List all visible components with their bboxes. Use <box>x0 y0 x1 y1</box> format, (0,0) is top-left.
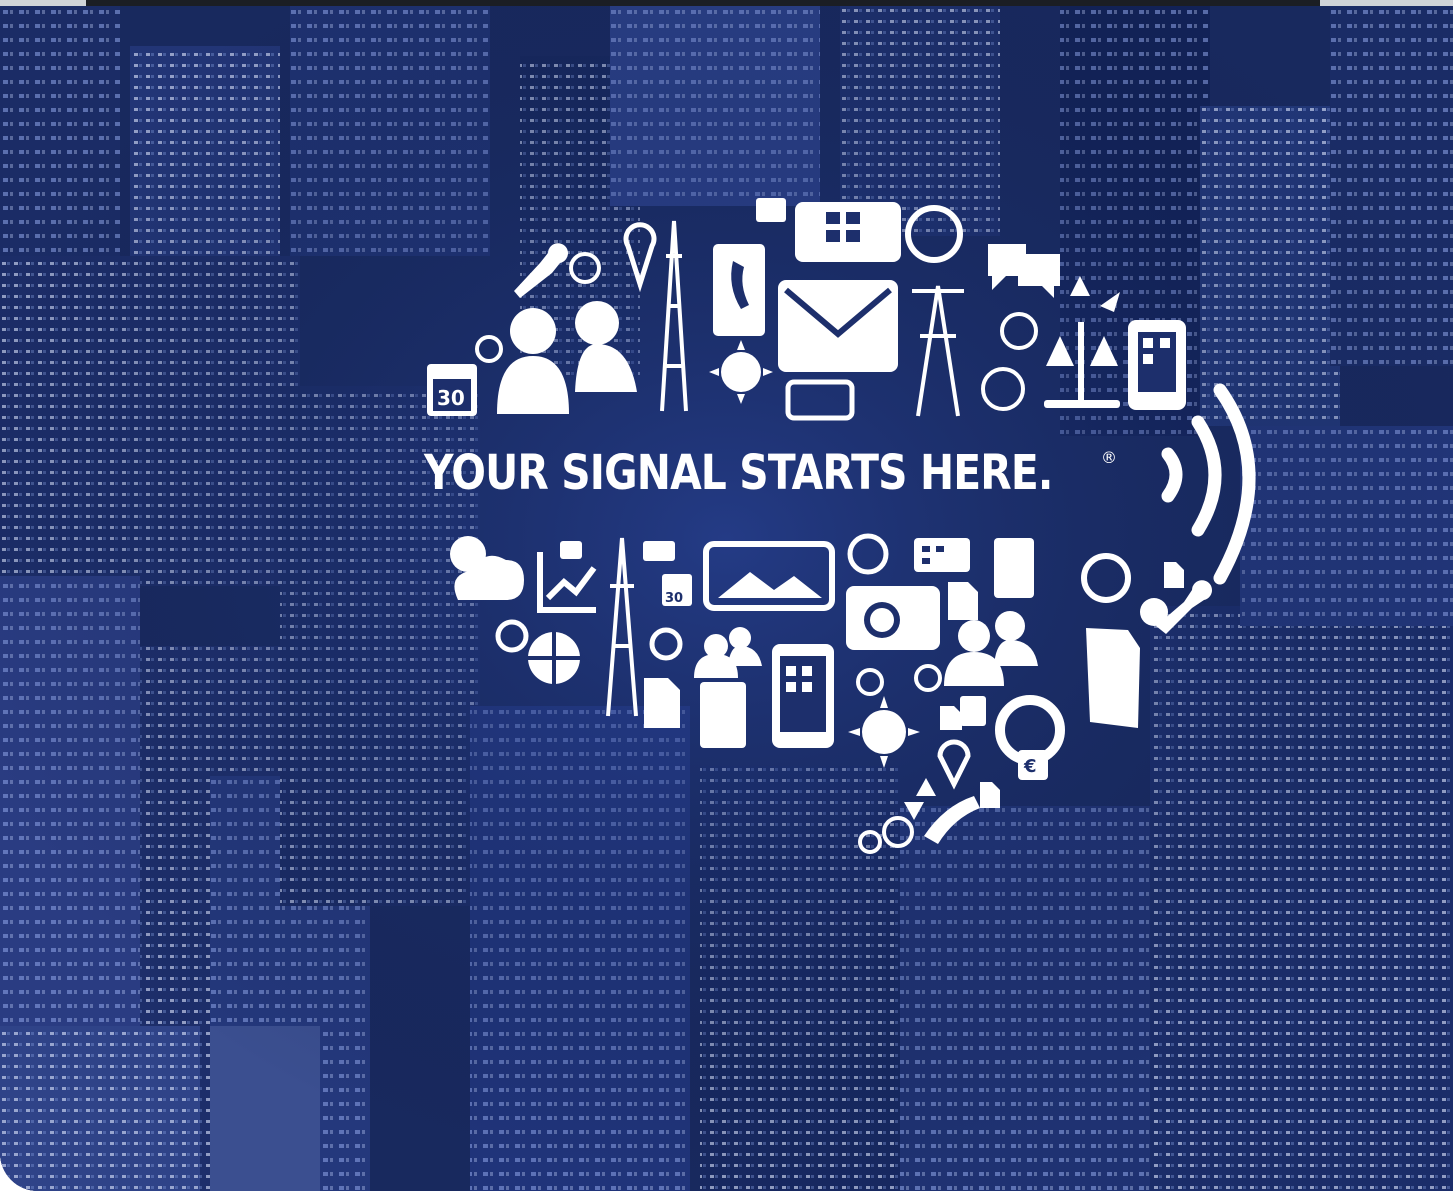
phone-book-icon <box>700 682 746 748</box>
calendar-icon: 30 <box>427 364 477 416</box>
envelope-icon <box>778 280 898 372</box>
camera-icon <box>1140 598 1168 626</box>
tablet-icon <box>795 202 901 262</box>
globe-icon <box>528 632 580 684</box>
phone-book-icon <box>713 244 765 336</box>
phone-book-icon <box>994 538 1034 598</box>
svg-text:30: 30 <box>437 386 465 410</box>
calculator-icon <box>960 696 986 726</box>
calendar-icon: 30 <box>662 574 692 606</box>
page: 30 30 € YOUR SIGNAL STARTS HERE. ® <box>0 0 1453 1197</box>
hero-banner: 30 30 € YOUR SIGNAL STARTS HERE. ® <box>0 6 1453 1191</box>
tablet-icon <box>772 644 834 748</box>
document-icon <box>948 582 978 620</box>
city-skyline-background: 30 30 € <box>0 6 1453 1191</box>
folder-icon <box>1086 628 1140 728</box>
document-icon <box>644 678 680 728</box>
chat-bubbles-icon <box>560 541 582 559</box>
calculator-icon <box>914 538 970 572</box>
registered-mark: ® <box>1101 448 1117 467</box>
svg-text:30: 30 <box>665 591 683 606</box>
briefcase-icon <box>643 541 675 561</box>
svg-text:€: € <box>1023 756 1037 777</box>
camera-icon <box>756 198 786 222</box>
tagline: YOUR SIGNAL STARTS HERE. <box>424 445 1053 501</box>
camera-icon <box>846 586 940 650</box>
tablet-icon <box>1128 320 1186 410</box>
